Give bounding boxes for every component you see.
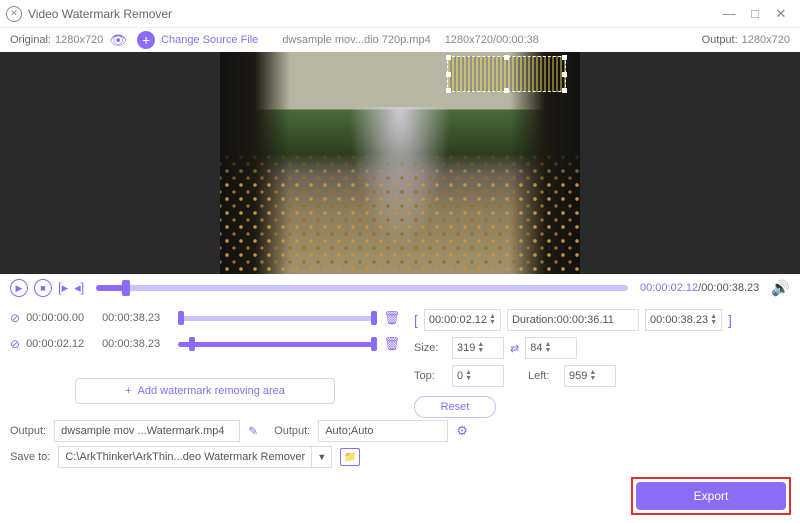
time-total: 00:00:38.23 <box>701 282 759 294</box>
playback-bar: ▶ ■ [▸ ◂] 00:00:02.12/00:00:38.23 🔊 <box>0 274 800 302</box>
play-button[interactable]: ▶ <box>10 279 28 297</box>
edit-filename-icon[interactable]: ✎ <box>248 424 258 438</box>
info-bar: Original: 1280x720 👁 + Change Source Fil… <box>0 28 800 52</box>
range-duration-display: Duration:00:00:36.11 <box>507 309 639 331</box>
segment-start: 00:00:00.00 <box>26 312 96 324</box>
plus-icon: + <box>125 385 131 397</box>
segment-remove-icon[interactable]: ⊘ <box>10 337 20 351</box>
spin-down[interactable]: ▼ <box>489 320 496 326</box>
seek-slider[interactable] <box>96 285 628 291</box>
top-label: Top: <box>414 370 446 382</box>
format-settings-icon[interactable]: ⚙ <box>456 423 468 439</box>
segments-panel: ⊘ 00:00:00.00 00:00:38.23 🗑 ⊘ 00:00:02.1… <box>10 306 400 418</box>
output-file-label: Output: <box>10 425 46 437</box>
set-start-bracket-button[interactable]: [▸ <box>58 280 68 296</box>
output-filename-field[interactable]: dwsample mov ...Watermark.mp4 <box>54 420 240 442</box>
source-res-duration: 1280x720/00:00:38 <box>445 34 539 46</box>
watermark-selection-box[interactable] <box>447 56 566 92</box>
reset-button[interactable]: Reset <box>414 396 496 418</box>
segment-end: 00:00:38.23 <box>102 338 172 350</box>
minimize-button[interactable]: — <box>716 3 742 25</box>
stop-button[interactable]: ■ <box>34 279 52 297</box>
segment-row: ⊘ 00:00:00.00 00:00:38.23 🗑 <box>10 306 400 330</box>
size-height-input[interactable]: 84▲▼ <box>525 337 577 359</box>
output-label: Output: <box>702 34 738 46</box>
original-label: Original: <box>10 34 51 46</box>
time-current: 00:00:02.12 <box>640 282 698 294</box>
pos-top-input[interactable]: 0▲▼ <box>452 365 504 387</box>
app-logo-icon: ✕ <box>6 6 22 22</box>
range-start-bracket-icon[interactable]: [ <box>414 312 418 328</box>
add-source-icon[interactable]: + <box>137 31 155 49</box>
video-preview[interactable] <box>0 52 800 274</box>
left-label: Left: <box>528 370 558 382</box>
segment-end: 00:00:38.23 <box>102 312 172 324</box>
segment-delete-icon[interactable]: 🗑 <box>383 310 400 326</box>
range-end-bracket-icon[interactable]: ] <box>728 312 732 328</box>
add-area-label: Add watermark removing area <box>138 385 285 397</box>
open-folder-icon[interactable]: 📁 <box>340 448 360 466</box>
link-aspect-icon[interactable]: ⇄ <box>510 342 519 355</box>
spin-down[interactable]: ▼ <box>710 320 717 326</box>
segment-remove-icon[interactable]: ⊘ <box>10 311 20 325</box>
output-format-label: Output: <box>274 425 310 437</box>
set-end-bracket-button[interactable]: ◂] <box>74 280 84 296</box>
export-highlight: Export <box>631 477 791 515</box>
spin-down[interactable]: ▼ <box>477 348 484 354</box>
output-format-field[interactable]: Auto;Auto <box>318 420 448 442</box>
spin-down[interactable]: ▼ <box>589 376 596 382</box>
segment-start: 00:00:02.12 <box>26 338 96 350</box>
maximize-button[interactable]: □ <box>742 3 768 25</box>
segment-delete-icon[interactable]: 🗑 <box>383 336 400 352</box>
output-row: Output: dwsample mov ...Watermark.mp4 ✎ … <box>0 418 800 444</box>
segment-range-slider[interactable] <box>178 342 377 347</box>
source-filename: dwsample mov...dio 720p.mp4 <box>282 34 430 46</box>
size-width-input[interactable]: 319▲▼ <box>452 337 504 359</box>
change-source-button[interactable]: Change Source File <box>161 34 258 46</box>
spin-down[interactable]: ▼ <box>465 376 472 382</box>
range-end-input[interactable]: 00:00:38.23▲▼ <box>645 309 722 331</box>
close-button[interactable]: ✕ <box>768 3 794 25</box>
original-resolution: 1280x720 <box>55 34 103 46</box>
spin-down[interactable]: ▼ <box>544 348 551 354</box>
export-button[interactable]: Export <box>636 482 786 510</box>
pos-left-input[interactable]: 959▲▼ <box>564 365 616 387</box>
window-title: Video Watermark Remover <box>28 7 716 21</box>
size-label: Size: <box>414 342 446 354</box>
add-watermark-area-button[interactable]: + Add watermark removing area <box>75 378 335 404</box>
save-row: Save to: C:\ArkThinker\ArkThin...deo Wat… <box>0 444 800 470</box>
video-frame[interactable] <box>220 52 580 274</box>
properties-panel: [ 00:00:02.12▲▼ Duration:00:00:36.11 00:… <box>414 306 790 418</box>
segment-row: ⊘ 00:00:02.12 00:00:38.23 🗑 <box>10 332 400 356</box>
preview-toggle-icon[interactable]: 👁 <box>109 32 127 49</box>
seek-thumb[interactable] <box>122 280 130 296</box>
output-resolution: 1280x720 <box>742 34 790 46</box>
range-start-input[interactable]: 00:00:02.12▲▼ <box>424 309 501 331</box>
segment-range-slider[interactable] <box>178 316 377 321</box>
titlebar: ✕ Video Watermark Remover — □ ✕ <box>0 0 800 28</box>
volume-icon[interactable]: 🔊 <box>771 279 790 297</box>
save-to-label: Save to: <box>10 451 50 463</box>
save-path-field[interactable]: C:\ArkThinker\ArkThin...deo Watermark Re… <box>58 446 312 468</box>
save-path-dropdown[interactable]: ▼ <box>312 446 332 468</box>
